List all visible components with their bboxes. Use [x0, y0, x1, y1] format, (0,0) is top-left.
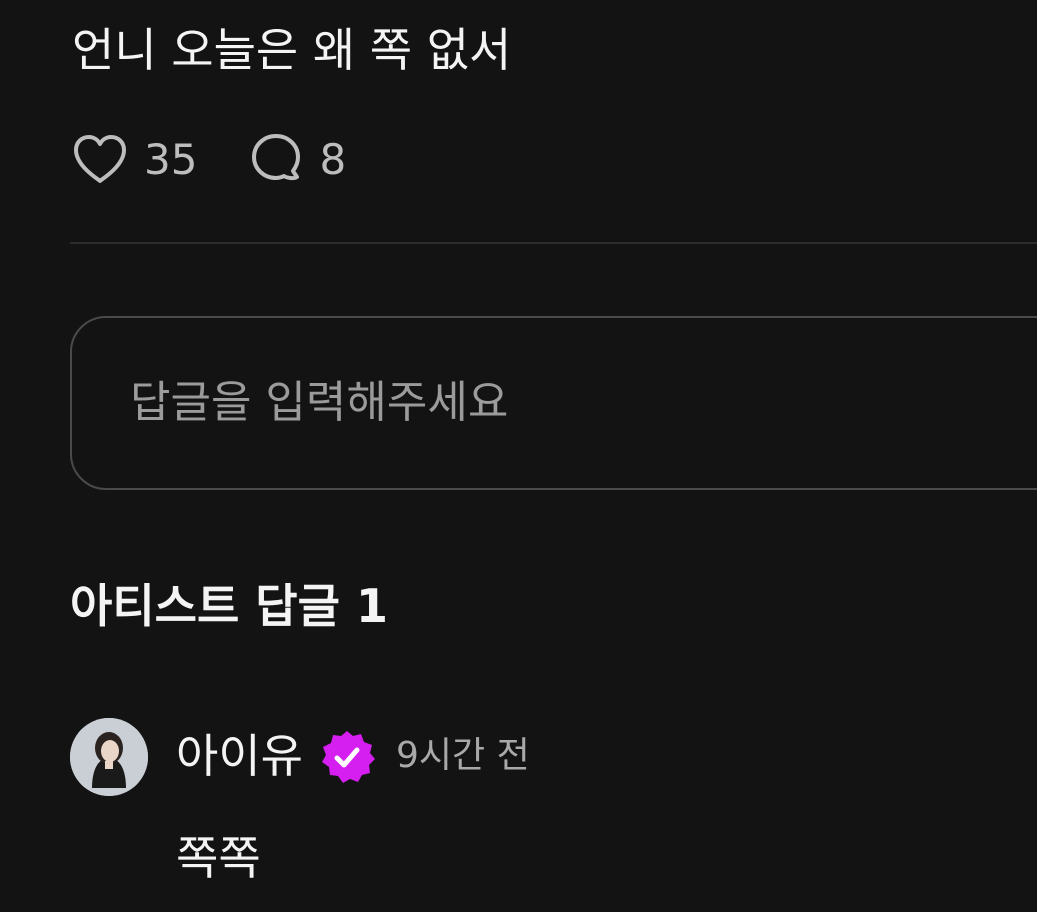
comment-count: 8: [319, 135, 347, 184]
reply-text: 쪽쪽: [176, 831, 261, 885]
heart-icon: [72, 132, 128, 188]
reply-input[interactable]: [130, 362, 990, 442]
divider: [70, 242, 1037, 244]
post-actions: 35 8: [72, 132, 346, 188]
artist-replies-title: 아티스트 답글 1: [70, 579, 388, 633]
reply-input-box[interactable]: [70, 316, 1037, 490]
post-text: 언니 오늘은 왜 쪽 없서: [72, 23, 512, 77]
verified-badge-icon: [318, 728, 376, 786]
like-count: 35: [144, 135, 198, 184]
avatar[interactable]: [70, 718, 148, 796]
like-button[interactable]: 35: [72, 132, 197, 188]
post-detail-page: 언니 오늘은 왜 쪽 없서 35 8 아티스트 답글 1: [0, 0, 1037, 912]
reply-time: 9시간 전: [396, 735, 530, 776]
comment-button[interactable]: 8: [249, 132, 346, 188]
reply-author[interactable]: 아이유: [176, 724, 303, 788]
speech-bubble-icon: [249, 132, 305, 188]
